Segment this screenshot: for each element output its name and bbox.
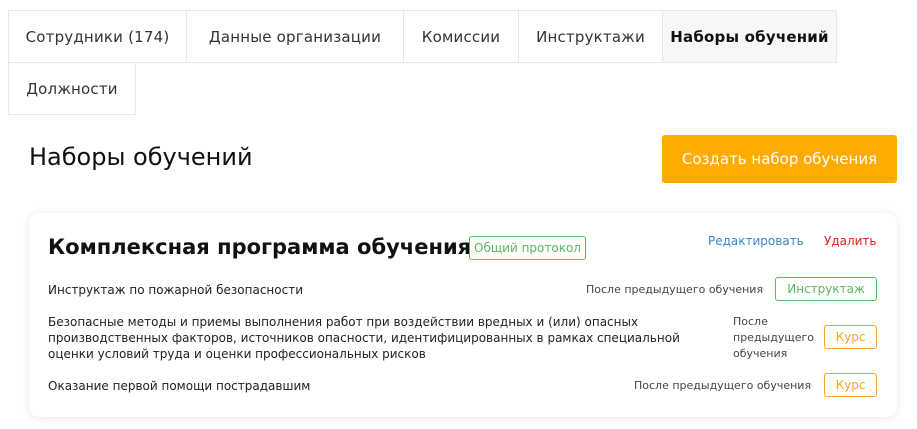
training-order: После предыдущего обучения xyxy=(733,315,814,360)
delete-link[interactable]: Удалить xyxy=(824,234,877,248)
training-set-card: Комплексная программа обучения Общий про… xyxy=(29,213,897,417)
edit-link[interactable]: Редактировать xyxy=(708,234,804,248)
training-type-badge: Инструктаж xyxy=(775,277,877,301)
general-protocol-badge: Общий протокол xyxy=(469,236,586,260)
training-name: Оказание первой помощи пострадавшим xyxy=(48,379,311,393)
training-order: После предыдущего обучения xyxy=(634,379,812,392)
tab-commissions[interactable]: Комиссии xyxy=(403,10,519,63)
tab-training-sets[interactable]: Наборы обучений xyxy=(662,10,837,63)
training-name: Инструктаж по пожарной безопасности xyxy=(48,283,303,297)
tab-positions[interactable]: Должности xyxy=(8,62,136,115)
training-order: После предыдущего обучения xyxy=(586,283,764,296)
tab-employees[interactable]: Сотрудники (174) xyxy=(8,10,187,63)
training-name: Безопасные методы и приемы выполнения ра… xyxy=(48,315,680,361)
card-title: Комплексная программа обучения xyxy=(48,235,472,259)
tab-organization-data[interactable]: Данные организации xyxy=(186,10,404,63)
training-type-badge: Курс xyxy=(824,325,877,349)
page-title: Наборы обучений xyxy=(29,143,253,171)
create-training-set-button[interactable]: Создать набор обучения xyxy=(662,135,897,183)
tab-briefings[interactable]: Инструктажи xyxy=(518,10,663,63)
training-type-badge: Курс xyxy=(824,373,877,397)
